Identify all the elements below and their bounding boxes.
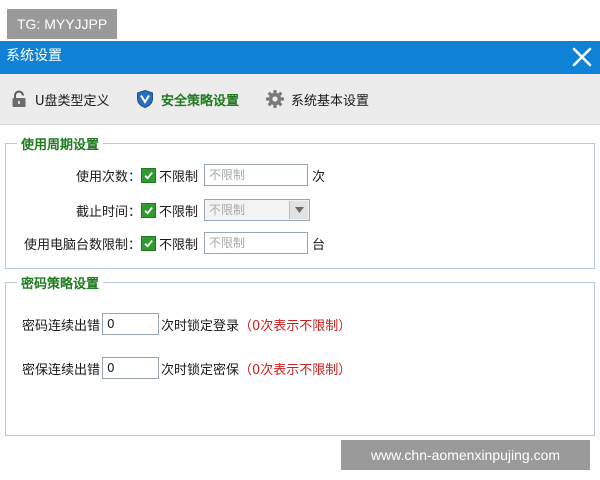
close-icon[interactable]: [570, 45, 594, 69]
deadline-select-value: 不限制: [209, 203, 246, 217]
gear-icon: [264, 88, 286, 110]
usage-period-legend: 使用周期设置: [17, 134, 104, 153]
use-count-label: 使用次数：: [75, 169, 141, 185]
shield-icon: [134, 88, 156, 110]
password-errors-hint: （0次表示不限制）: [239, 318, 352, 334]
use-count-unlimited-checkbox[interactable]: [141, 167, 156, 183]
toolbar: U盘类型定义 安全策略设置 系统基本设置: [0, 74, 600, 125]
secret-errors-label: 密保连续出错: [22, 362, 101, 378]
password-errors-input[interactable]: [102, 313, 160, 335]
deadline-unlimited-label: 不限制: [159, 204, 199, 220]
deadline-label: 截止时间：: [75, 204, 141, 220]
secret-errors-row: 密保连续出错 次时锁定密保 （0次表示不限制）: [22, 355, 351, 381]
tab-label: U盘类型定义: [35, 93, 110, 109]
window-title: 系统设置: [6, 48, 62, 64]
deadline-row: 截止时间： 不限制 不限制: [6, 197, 310, 223]
password-policy-legend: 密码策略设置: [17, 273, 104, 292]
watermark-badge: www.chn-aomenxinpujing.com: [341, 440, 590, 470]
computer-limit-unit: 台: [312, 237, 326, 253]
computer-limit-unlimited-checkbox[interactable]: [141, 235, 156, 251]
tab-label: 系统基本设置: [291, 93, 370, 109]
computer-limit-unlimited-label: 不限制: [159, 237, 199, 253]
password-errors-suffix: 次时锁定登录: [161, 318, 240, 334]
use-count-unlimited-label: 不限制: [159, 169, 199, 185]
password-policy-group: 密码策略设置 密码连续出错 次时锁定登录 （0次表示不限制） 密保连续出错 次时…: [5, 273, 595, 436]
computer-limit-label: 使用电脑台数限制：: [23, 237, 141, 253]
secret-errors-input[interactable]: [102, 357, 160, 379]
secret-errors-hint: （0次表示不限制）: [239, 362, 352, 378]
tab-security-policy[interactable]: 安全策略设置: [134, 88, 239, 110]
tab-usb-type-definition[interactable]: U盘类型定义: [8, 88, 110, 110]
lock-icon: [8, 88, 30, 110]
use-count-row: 使用次数： 不限制 次: [6, 162, 325, 188]
secret-errors-suffix: 次时锁定密保: [161, 362, 240, 378]
window-titlebar: 系统设置: [0, 41, 600, 74]
deadline-select[interactable]: 不限制: [204, 199, 310, 221]
use-count-unit: 次: [312, 169, 326, 185]
deadline-unlimited-checkbox[interactable]: [141, 202, 156, 218]
use-count-input[interactable]: [204, 164, 308, 186]
tab-label: 安全策略设置: [161, 93, 240, 109]
computer-limit-row: 使用电脑台数限制： 不限制 台: [6, 230, 325, 256]
tab-system-basic-settings[interactable]: 系统基本设置: [264, 88, 369, 110]
chevron-down-icon: [289, 201, 308, 219]
computer-limit-input[interactable]: [204, 232, 308, 254]
tg-overlay-badge: TG: MYYJJPP: [7, 9, 118, 39]
usage-period-group: 使用周期设置 使用次数： 不限制 次 截止时间： 不限制 不限制 使用电脑台数限…: [5, 134, 595, 269]
password-errors-label: 密码连续出错: [22, 318, 101, 334]
password-errors-row: 密码连续出错 次时锁定登录 （0次表示不限制）: [22, 311, 351, 337]
